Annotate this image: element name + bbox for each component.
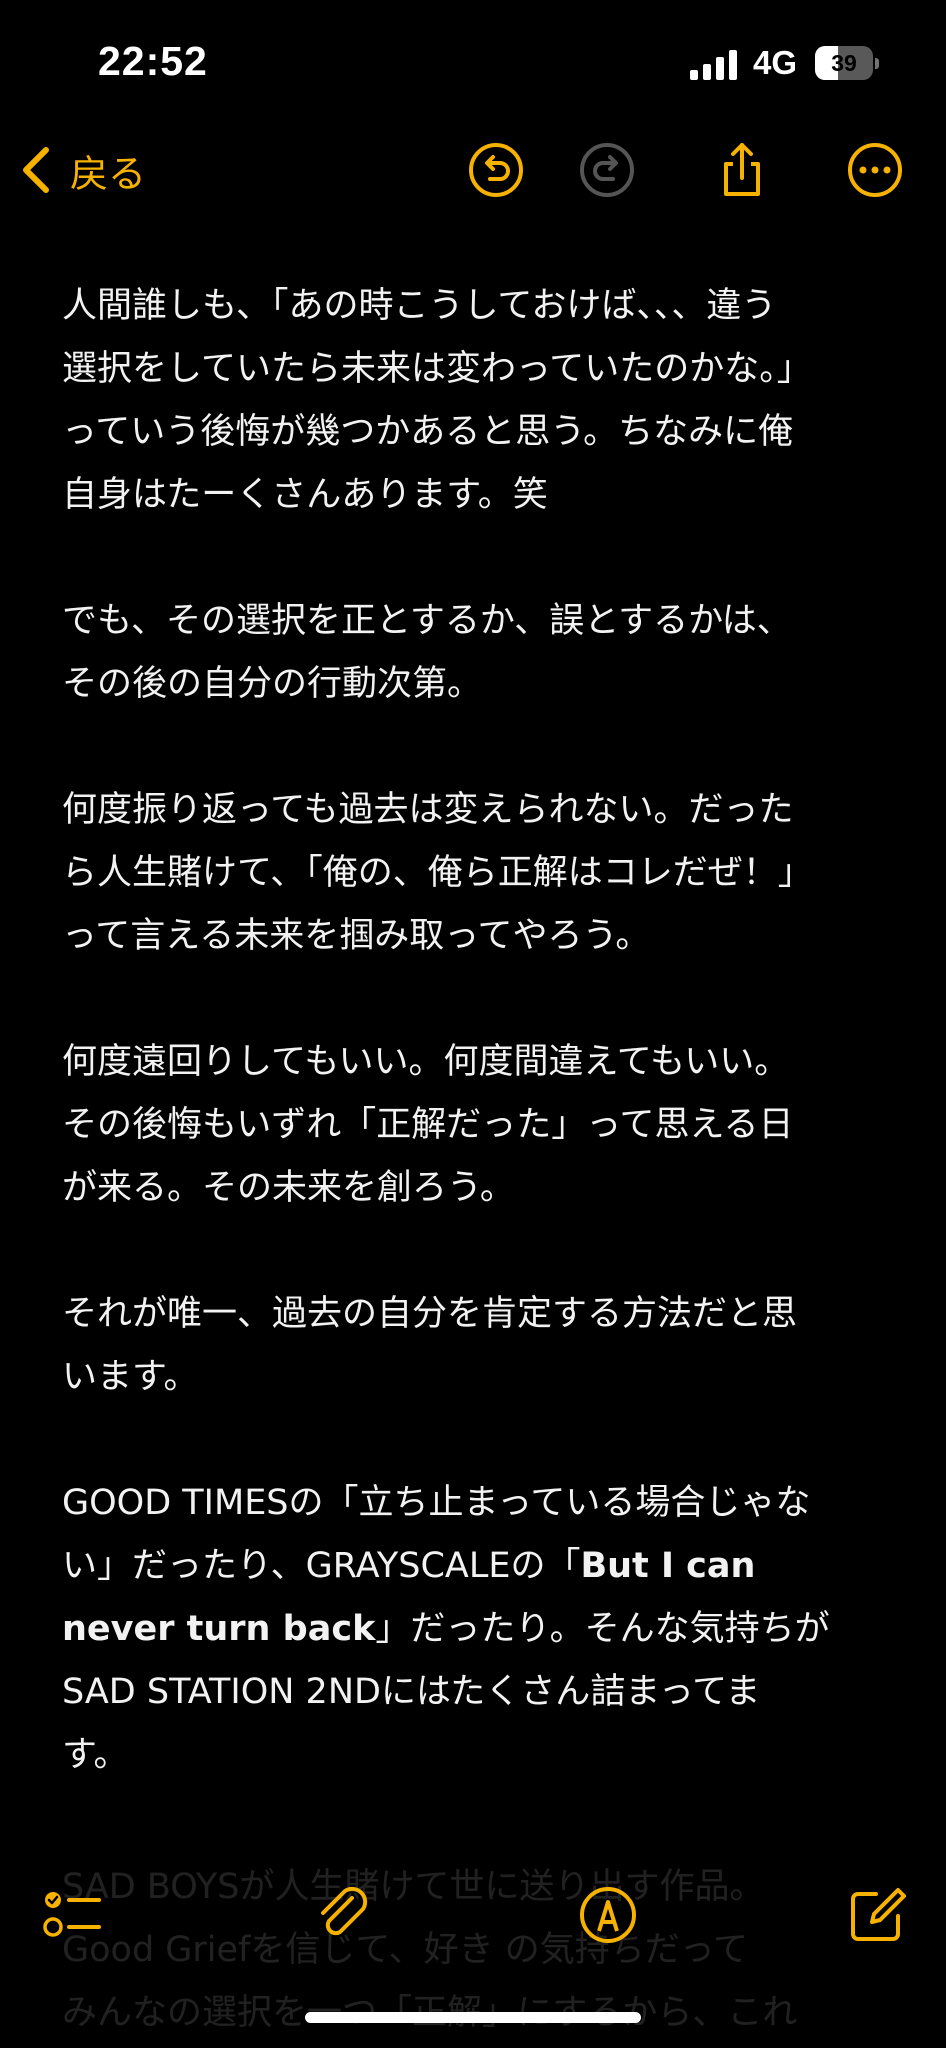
- bold-text: never turn back: [62, 1609, 376, 1649]
- battery-icon: 39: [815, 46, 879, 80]
- checklist-button[interactable]: [42, 1884, 104, 1946]
- undo-button[interactable]: [466, 140, 526, 200]
- note-paragraph: でも、その選択を正とするか、誤とするかは、 その後の自分の行動次第。: [62, 601, 792, 704]
- note-paragraph: GOOD TIMESの「立ち止まっている場合じゃな い」だったり、GRAYSCA…: [62, 1483, 830, 1775]
- more-icon: [848, 143, 902, 197]
- attachment-button[interactable]: [312, 1884, 374, 1946]
- back-button[interactable]: 戻る: [20, 140, 146, 200]
- note-paragraph: それが唯一、過去の自分を肯定する方法だと思 います。: [62, 1294, 798, 1397]
- note-paragraph: 何度振り返っても過去は変えられない。だった ら人生賭けて、「俺の、俺ら正解はコレ…: [62, 790, 813, 956]
- share-icon: [724, 143, 760, 196]
- note-paragraph: 人間誰しも、「あの時こうしておけば、、、違う 選択をしていたら未来は変わっていた…: [62, 286, 812, 515]
- more-button[interactable]: [845, 140, 905, 200]
- home-indicator[interactable]: [305, 2012, 641, 2023]
- note-paragraph: 何度遠回りしてもいい。何度間違えてもいい。 その後悔もいずれ「正解だった」って思…: [62, 1042, 794, 1208]
- markup-pen-icon: [580, 1887, 636, 1943]
- share-button[interactable]: [712, 140, 772, 200]
- redo-icon: [580, 143, 634, 197]
- back-label: 戻る: [70, 151, 147, 196]
- bold-text: But I can: [580, 1546, 756, 1586]
- bottom-toolbar: [0, 1880, 946, 1970]
- paperclip-icon: [321, 1886, 368, 1936]
- checklist-icon: [43, 1892, 101, 1937]
- compose-button[interactable]: [846, 1884, 908, 1946]
- chevron-left-icon: [23, 147, 49, 193]
- note-body[interactable]: 人間誰しも、「あの時こうしておけば、、、違う 選択をしていたら未来は変わっていた…: [62, 275, 902, 1850]
- network-type: 4G: [753, 44, 798, 81]
- status-time: 22:52: [98, 38, 208, 84]
- redo-button[interactable]: [577, 140, 637, 200]
- nav-bar: 戻る: [0, 120, 946, 220]
- battery-percent: 39: [831, 50, 857, 76]
- undo-icon: [469, 143, 523, 197]
- status-bar: 22:52 4G 39: [0, 0, 946, 120]
- compose-icon: [851, 1888, 906, 1941]
- markup-button[interactable]: [577, 1884, 639, 1946]
- cellular-signal-icon: [690, 50, 738, 80]
